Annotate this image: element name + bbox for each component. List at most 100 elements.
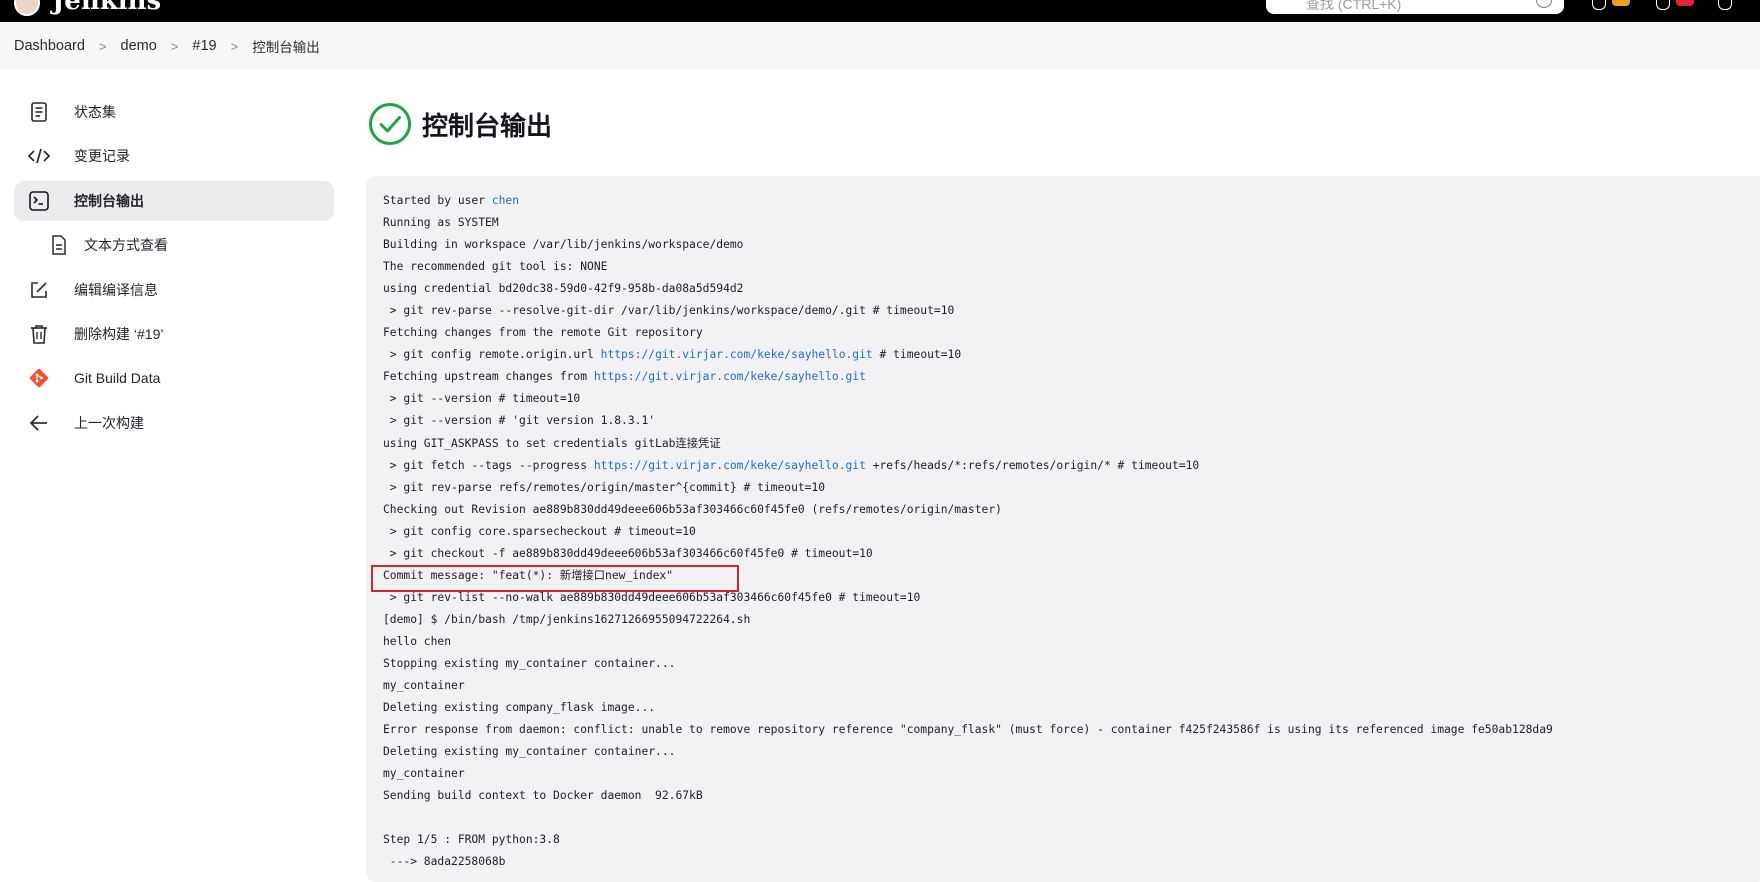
console-text: > git rev-parse --resolve-git-dir /var/l… [383, 304, 955, 318]
console-line: > git --version # 'git version 1.8.3.1' [383, 410, 1760, 432]
console-lines: Started by user chen Running as SYSTEM Bui… [383, 190, 1760, 873]
console-link[interactable]: https://git.virjar.com/keke/sayhello.git [594, 459, 866, 472]
console-line: > git fetch --tags --progress https://gi… [383, 455, 1760, 477]
sidebar-item-label: 变更记录 [74, 148, 130, 165]
console-link[interactable]: https://git.virjar.com/keke/sayhello.git [601, 348, 873, 361]
notification-badge [1612, 0, 1630, 6]
sidebar-item-status[interactable]: 状态集 [14, 92, 334, 132]
logo-text[interactable]: Jenkins [52, 0, 161, 16]
console-line: my_container [383, 763, 1760, 785]
console-line: ---> 8ada2258068b [383, 851, 1760, 873]
console-line: Running as SYSTEM [383, 212, 1760, 234]
console-line: [demo] $ /bin/bash /tmp/jenkins162712669… [383, 609, 1760, 631]
console-line: using GIT_ASKPASS to set credentials git… [383, 433, 1760, 455]
security-badge [1676, 0, 1694, 6]
console-text: Step 1/5 : FROM python:3.8 [383, 833, 560, 847]
console-text: > git checkout -f ae889b830dd49deee606b5… [383, 546, 873, 560]
search-input[interactable]: 查找 (CTRL+K) [1266, 0, 1564, 14]
console-text: Error response from daemon: conflict: un… [383, 723, 1553, 737]
console-text: > git --version # 'git version 1.8.3.1' [383, 414, 656, 428]
sidebar-item-git-build-data[interactable]: Git Build Data [14, 358, 334, 398]
sidebar-item-label: Git Build Data [74, 370, 161, 387]
console-text: hello chen [383, 634, 452, 648]
console-text: Deleting existing my_container container… [383, 745, 676, 759]
sidebar-item-console[interactable]: 控制台输出 [14, 180, 334, 221]
notifications-icon[interactable] [1592, 0, 1606, 10]
chevron-right-icon: > [98, 38, 107, 54]
console-text: my_container [383, 767, 465, 781]
console-text: # timeout=10 [872, 348, 962, 362]
chevron-right-icon: > [230, 38, 239, 54]
terminal-icon [28, 190, 50, 212]
console-line: using credential bd20dc38-59d0-42f9-958b… [383, 278, 1760, 300]
edit-icon [28, 279, 50, 301]
console-text: > git config core.sparsecheckout # timeo… [383, 524, 696, 538]
sidebar-item-label: 删除构建 ‘#19’ [74, 325, 164, 342]
console-text: Sending build context to Docker daemon 9… [383, 789, 703, 803]
console-line: Started by user chen [383, 190, 1760, 212]
console-link[interactable]: chen [492, 194, 519, 207]
console-text: my_container [383, 679, 465, 693]
breadcrumb-dashboard[interactable]: Dashboard [14, 38, 85, 54]
trash-icon [28, 323, 50, 345]
console-text: Deleting existing company_flask image... [383, 701, 656, 715]
document-icon [28, 101, 50, 123]
console-line: > git checkout -f ae889b830dd49deee606b5… [383, 543, 1760, 565]
sidebar-item-changes[interactable]: 变更记录 [14, 136, 334, 176]
console-text: Stopping existing my_container container… [383, 656, 676, 670]
breadcrumb-demo[interactable]: demo [121, 38, 157, 54]
git-icon [28, 367, 50, 389]
sidebar-item-label: 控制台输出 [74, 192, 144, 209]
console-line: > git --version # timeout=10 [383, 388, 1760, 410]
console-line: my_container [383, 675, 1760, 697]
success-check-icon [369, 103, 411, 145]
console-line: > git config remote.origin.url https://g… [383, 344, 1760, 366]
breadcrumb: Dashboard > demo > #19 > 控制台输出 [0, 22, 1760, 70]
console-line: Deleting existing company_flask image... [383, 697, 1760, 719]
console-line: Deleting existing my_container container… [383, 741, 1760, 763]
console-text: > git fetch --tags --progress [383, 458, 594, 472]
console-text: +refs/heads/*:refs/remotes/origin/* # ti… [865, 458, 1200, 472]
arrow-left-icon [28, 412, 50, 434]
page-title: 控制台输出 [422, 110, 553, 141]
page-header: 控制台输出 [368, 102, 552, 146]
console-line: Building in workspace /var/lib/jenkins/w… [383, 234, 1760, 256]
console-output: Started by user chen Running as SYSTEM Bui… [366, 176, 1760, 882]
console-link[interactable]: https://git.virjar.com/keke/sayhello.git [594, 370, 866, 383]
sidebar-item-edit-build-info[interactable]: 编辑编译信息 [14, 270, 334, 310]
sidebar-item-label: 文本方式查看 [84, 237, 168, 254]
console-text: Started by user [383, 194, 492, 207]
top-bar: Jenkins 查找 (CTRL+K) [0, 0, 1760, 22]
console-line: Fetching changes from the remote Git rep… [383, 322, 1760, 344]
code-icon [28, 145, 50, 167]
console-line: > git rev-parse --resolve-git-dir /var/l… [383, 300, 1760, 322]
sidebar: 状态集 变更记录 控制台输出 文本方式查看 编辑编译信息 删除构建 ‘#19’ [14, 92, 334, 447]
sidebar-item-previous-build[interactable]: 上一次构建 [14, 403, 334, 443]
sidebar-item-plain-text[interactable]: 文本方式查看 [14, 225, 334, 265]
console-text: > git rev-parse refs/remotes/origin/mast… [383, 480, 826, 494]
breadcrumb-build[interactable]: #19 [192, 38, 216, 54]
sidebar-item-delete-build[interactable]: 删除构建 ‘#19’ [14, 314, 334, 354]
console-line: hello chen [383, 631, 1760, 653]
console-text: Fetching upstream changes from [383, 370, 594, 384]
console-line: > git rev-parse refs/remotes/origin/mast… [383, 477, 1760, 499]
file-icon [48, 234, 70, 256]
console-line: Step 1/5 : FROM python:3.8 [383, 829, 1760, 851]
help-icon[interactable] [1536, 0, 1552, 8]
jenkins-logo-icon[interactable] [14, 0, 40, 16]
console-line: Stopping existing my_container container… [383, 653, 1760, 675]
user-icon[interactable] [1718, 0, 1732, 10]
sidebar-item-label: 编辑编译信息 [74, 281, 158, 298]
console-line: Checking out Revision ae889b830dd49deee6… [383, 499, 1760, 521]
console-text: Building in workspace /var/lib/jenkins/w… [383, 238, 744, 252]
console-line: The recommended git tool is: NONE [383, 256, 1760, 278]
console-text: using credential bd20dc38-59d0-42f9-958b… [383, 282, 744, 296]
console-text: Fetching changes from the remote Git rep… [383, 326, 703, 340]
security-icon[interactable] [1656, 0, 1670, 10]
console-line: Error response from daemon: conflict: un… [383, 719, 1760, 741]
breadcrumb-console[interactable]: 控制台输出 [252, 36, 320, 56]
console-text: > git config remote.origin.url [383, 348, 601, 362]
console-text: The recommended git tool is: NONE [383, 260, 608, 274]
console-text: Running as SYSTEM [383, 216, 499, 230]
